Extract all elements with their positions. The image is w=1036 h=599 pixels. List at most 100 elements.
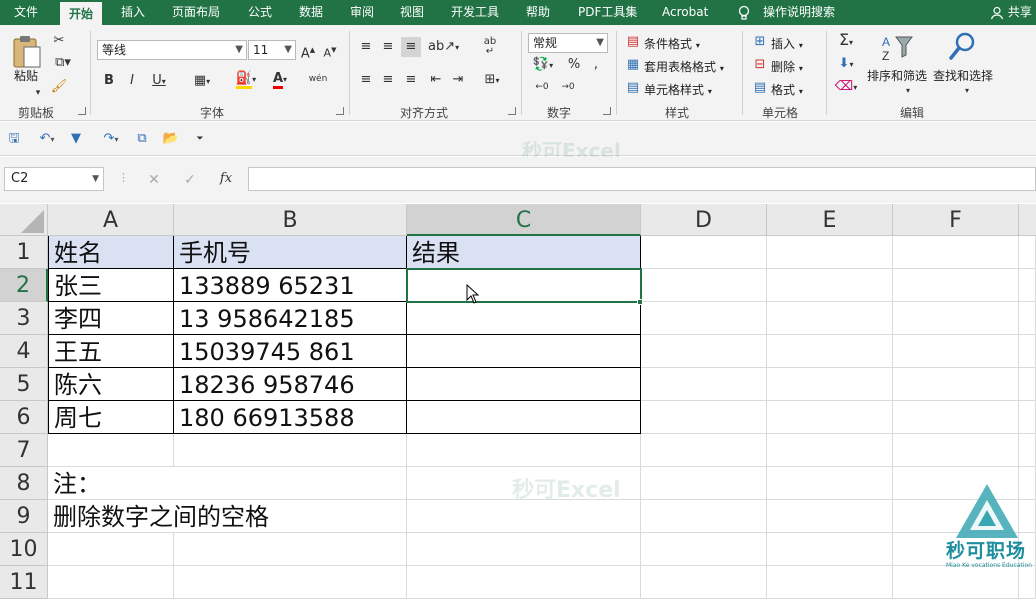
align-middle-icon[interactable]: ≡ xyxy=(380,39,396,55)
cell-c1[interactable]: 结果 xyxy=(407,236,641,269)
cell-a5[interactable]: 陈六 xyxy=(48,368,174,401)
borders-icon[interactable]: ▦▾ xyxy=(188,73,216,90)
cell-d5[interactable] xyxy=(641,368,767,401)
cell-e11[interactable] xyxy=(767,566,893,599)
phonetic-icon[interactable]: wén xyxy=(308,71,328,87)
cell-c11[interactable] xyxy=(407,566,641,599)
wrap-text-icon[interactable]: ab ↵ xyxy=(482,37,498,57)
select-all-button[interactable] xyxy=(0,204,48,236)
row-header-9[interactable]: 9 xyxy=(0,500,48,533)
cell-d8[interactable] xyxy=(641,467,767,500)
cell-e4[interactable] xyxy=(767,335,893,368)
cell-e9[interactable] xyxy=(767,500,893,533)
cut-icon[interactable]: ✂ xyxy=(50,33,68,49)
cell-a6[interactable]: 周七 xyxy=(48,401,174,434)
row-header-6[interactable]: 6 xyxy=(0,401,48,434)
tab-developer[interactable]: 开发工具 xyxy=(451,0,499,25)
cell-a2[interactable]: 张三 xyxy=(48,269,174,302)
clear-icon[interactable]: ⌫▾ xyxy=(833,79,859,96)
cell-b4[interactable]: 15039745 861 xyxy=(174,335,407,368)
cell-b3[interactable]: 13 958642185 xyxy=(174,302,407,335)
row-header-10[interactable]: 10 xyxy=(0,533,48,566)
cell-g7[interactable] xyxy=(1019,434,1036,467)
grow-font-icon[interactable]: A▲ xyxy=(300,42,316,62)
cell-f2[interactable] xyxy=(893,269,1019,302)
column-header-a[interactable]: A xyxy=(48,204,174,236)
increase-decimal-icon[interactable]: ←0 xyxy=(532,79,552,95)
row-header-7[interactable]: 7 xyxy=(0,434,48,467)
cell-f6[interactable] xyxy=(893,401,1019,434)
cell-a8[interactable]: 注： xyxy=(48,467,174,500)
cell-d1[interactable] xyxy=(641,236,767,269)
name-box[interactable]: C2 ▼ xyxy=(4,167,104,191)
delete-button[interactable]: 删除 ▾ xyxy=(771,58,803,75)
cell-c4[interactable] xyxy=(407,335,641,368)
row-header-3[interactable]: 3 xyxy=(0,302,48,335)
enter-icon[interactable]: ✓ xyxy=(182,172,198,188)
format-painter-icon[interactable]: 🖌 xyxy=(50,79,68,95)
cell-a11[interactable] xyxy=(48,566,174,599)
sort-filter-icon[interactable]: AZ xyxy=(880,33,914,66)
percent-icon[interactable]: % xyxy=(566,57,582,73)
cell-d7[interactable] xyxy=(641,434,767,467)
cell-d2[interactable] xyxy=(641,269,767,302)
cell-b10[interactable] xyxy=(174,533,407,566)
decrease-decimal-icon[interactable]: →0 xyxy=(558,79,578,95)
alignment-launcher-icon[interactable] xyxy=(508,107,516,115)
cell-e1[interactable] xyxy=(767,236,893,269)
row-header-11[interactable]: 11 xyxy=(0,566,48,599)
cell-f11[interactable] xyxy=(893,566,1019,599)
tab-insert[interactable]: 插入 xyxy=(121,0,145,25)
screenshot-icon[interactable]: ⧉ xyxy=(134,131,150,147)
cell-e2[interactable] xyxy=(767,269,893,302)
cell-g6[interactable] xyxy=(1019,401,1036,434)
tab-file[interactable]: 文件 xyxy=(14,0,38,25)
cell-g11[interactable] xyxy=(1019,566,1036,599)
decrease-indent-icon[interactable]: ⇤ xyxy=(428,72,444,88)
cell-d3[interactable] xyxy=(641,302,767,335)
insert-button[interactable]: 插入 ▾ xyxy=(771,35,803,52)
selected-cell-c2[interactable] xyxy=(406,268,642,303)
format-button[interactable]: 格式 ▾ xyxy=(771,81,803,98)
cell-f5[interactable] xyxy=(893,368,1019,401)
fill-color-icon[interactable]: ⛽▾ xyxy=(232,71,260,89)
format-as-table-button[interactable]: 套用表格格式 ▾ xyxy=(644,58,724,75)
cell-f7[interactable] xyxy=(893,434,1019,467)
find-select-button[interactable]: 查找和选择 xyxy=(933,67,993,84)
accounting-icon[interactable]: 💱▾ xyxy=(530,57,556,74)
cell-g4[interactable] xyxy=(1019,335,1036,368)
cell-c7[interactable] xyxy=(407,434,641,467)
cell-b8[interactable] xyxy=(174,467,407,500)
align-bottom-icon[interactable]: ≡ xyxy=(401,37,421,57)
cell-c3[interactable] xyxy=(407,302,641,335)
tab-review[interactable]: 审阅 xyxy=(350,0,374,25)
italic-button[interactable]: I xyxy=(126,73,138,89)
column-header-f[interactable]: F xyxy=(893,204,1019,236)
row-header-1[interactable]: 1 xyxy=(0,236,48,269)
cell-f3[interactable] xyxy=(893,302,1019,335)
cell-a3[interactable]: 李四 xyxy=(48,302,174,335)
tab-data[interactable]: 数据 xyxy=(299,0,323,25)
cell-g1[interactable] xyxy=(1019,236,1036,269)
copy-icon[interactable]: ⧉▾ xyxy=(50,55,76,71)
cell-e7[interactable] xyxy=(767,434,893,467)
cell-e3[interactable] xyxy=(767,302,893,335)
tab-formulas[interactable]: 公式 xyxy=(248,0,272,25)
cell-a9[interactable]: 删除数字之间的空格 xyxy=(48,500,269,533)
cell-a7[interactable] xyxy=(48,434,174,467)
fill-icon[interactable]: ⬇▾ xyxy=(833,56,859,73)
cell-a1[interactable]: 姓名 xyxy=(48,236,174,269)
tab-acrobat[interactable]: Acrobat xyxy=(662,0,708,25)
find-select-icon[interactable] xyxy=(948,31,978,66)
column-header-g[interactable] xyxy=(1019,204,1036,236)
customize-toolbar-icon[interactable]: ⏷ xyxy=(194,131,206,147)
cell-f1[interactable] xyxy=(893,236,1019,269)
align-top-icon[interactable]: ≡ xyxy=(358,39,374,55)
cell-e5[interactable] xyxy=(767,368,893,401)
cell-a4[interactable]: 王五 xyxy=(48,335,174,368)
align-right-icon[interactable]: ≡ xyxy=(403,72,419,88)
insert-function-icon[interactable]: fx xyxy=(216,171,236,187)
cell-g3[interactable] xyxy=(1019,302,1036,335)
cell-e10[interactable] xyxy=(767,533,893,566)
font-size-select[interactable]: 11 ▼ xyxy=(248,40,296,60)
